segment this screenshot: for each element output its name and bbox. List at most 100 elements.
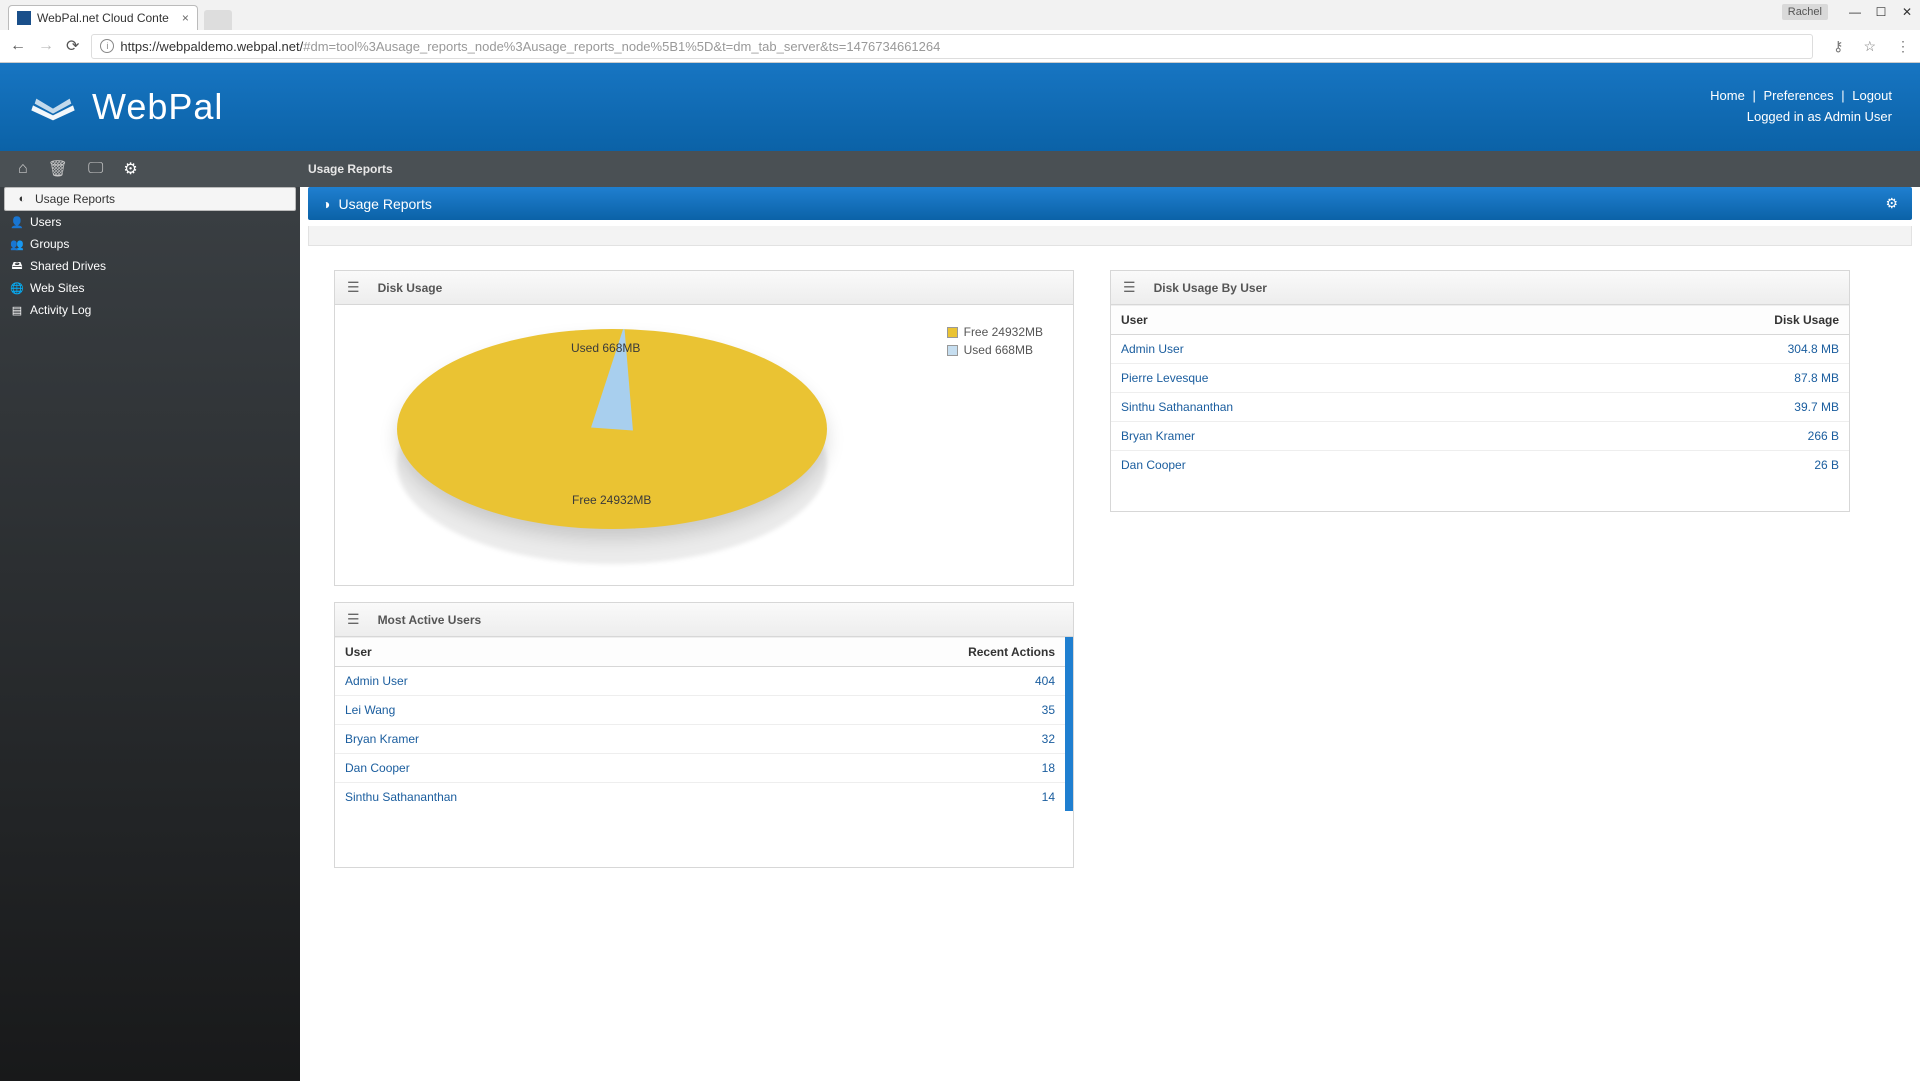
cell-usage: 39.7 MB [1561,393,1849,422]
url-rest: #dm=tool%3Ausage_reports_node%3Ausage_re… [303,39,940,54]
col-usage: Disk Usage [1561,306,1849,335]
sidebar-item-label: Usage Reports [35,192,115,206]
page-panel-header: ◑ Usage Reports ⚙ [308,187,1912,220]
star-icon[interactable]: ☆ [1863,38,1876,55]
sidebar-item-activity-log[interactable]: ▤ Activity Log [0,299,300,321]
sidebar-item-shared-drives[interactable]: 🖴 Shared Drives [0,255,300,277]
legend: Free 24932MB Used 668MB [947,325,1043,361]
table-row[interactable]: Admin User404 [335,667,1065,696]
reload-icon[interactable]: ⟳ [66,36,79,56]
cell-user: Sinthu Sathananthan [335,783,738,812]
maximize-icon[interactable]: ☐ [1874,5,1888,19]
url-input[interactable]: i https://webpaldemo.webpal.net/#dm=tool… [91,34,1813,59]
legend-free: Free 24932MB [964,325,1043,339]
sidebar-item-groups[interactable]: 👥 Groups [0,233,300,255]
cell-actions: 32 [738,725,1065,754]
cell-usage: 87.8 MB [1561,364,1849,393]
table-row[interactable]: Dan Cooper18 [335,754,1065,783]
cell-user: Dan Cooper [335,754,738,783]
scrollbar[interactable] [1065,637,1073,811]
col-user: User [1111,306,1561,335]
layout: ◐ Usage Reports 👤 Users 👥 Groups 🖴 Share… [0,187,1920,1081]
tab-bar: WebPal.net Cloud Conte × Rachel — ☐ ✕ [0,0,1920,30]
sidebar-item-label: Users [30,215,61,229]
sidebar-item-web-sites[interactable]: 🌐 Web Sites [0,277,300,299]
back-icon[interactable]: ← [10,37,26,55]
preferences-link[interactable]: Preferences [1764,88,1834,103]
table-row[interactable]: Admin User304.8 MB [1111,335,1849,364]
table-row[interactable]: Pierre Levesque87.8 MB [1111,364,1849,393]
favicon-icon [17,11,31,25]
table-row[interactable]: Bryan Kramer32 [335,725,1065,754]
pie-icon: ◑ [322,196,330,212]
browser-chrome: WebPal.net Cloud Conte × Rachel — ☐ ✕ ← … [0,0,1920,63]
list-icon[interactable]: ☰ [347,279,360,296]
close-tab-icon[interactable]: × [182,11,189,25]
table-row[interactable]: Bryan Kramer266 B [1111,422,1849,451]
table-disk-by-user: User Disk Usage Admin User304.8 MBPierre… [1111,305,1849,479]
logged-in-text: Logged in as Admin User [1710,107,1892,128]
cell-actions: 18 [738,754,1065,783]
cell-user: Bryan Kramer [335,725,738,754]
col-user: User [335,638,738,667]
panel-gear-icon[interactable]: ⚙ [1885,195,1898,212]
home-icon[interactable]: ⌂ [18,160,28,178]
legend-swatch-free [947,327,958,338]
cell-actions: 35 [738,696,1065,725]
main-content: ◑ Usage Reports ⚙ ☰ Disk Usage Free 2493… [300,187,1920,1081]
window-controls: Rachel — ☐ ✕ [1782,4,1914,20]
col-actions: Recent Actions [738,638,1065,667]
chart-icon: ◐ [15,192,29,206]
card-disk-usage-by-user: ☰ Disk Usage By User User Disk Usage Adm… [1110,270,1850,512]
new-tab-button[interactable] [204,10,232,30]
minimize-icon[interactable]: — [1848,5,1862,19]
brand-name: WebPal [92,86,223,128]
cell-user: Admin User [335,667,738,696]
monitor-icon[interactable]: 🖵 [88,160,103,178]
legend-swatch-used [947,345,958,356]
breadcrumb: Usage Reports [300,162,393,176]
home-link[interactable]: Home [1710,88,1745,103]
logout-link[interactable]: Logout [1852,88,1892,103]
list-icon[interactable]: ☰ [347,611,360,628]
sidebar-item-users[interactable]: 👤 Users [0,211,300,233]
card-header: ☰ Most Active Users [335,603,1073,637]
menu-icon[interactable]: ⋮ [1896,38,1910,55]
list-icon[interactable]: ☰ [1123,279,1136,296]
card-title: Disk Usage [378,281,443,295]
drive-icon: 🖴 [10,259,24,273]
table-row[interactable]: Dan Cooper26 B [1111,451,1849,480]
pie-chart: Free 24932MB Used 668MB Used 668MB Free … [335,305,1073,585]
table-row[interactable]: Sinthu Sathananthan14 [335,783,1065,812]
cell-user: Bryan Kramer [1111,422,1561,451]
table-row[interactable]: Lei Wang35 [335,696,1065,725]
globe-icon: 🌐 [10,281,24,295]
header-links: Home | Preferences | Logout Logged in as… [1710,86,1892,128]
gear-icon[interactable]: ⚙ [123,159,137,179]
log-icon: ▤ [10,303,24,317]
url-host: https://webpaldemo.webpal.net/ [120,39,303,54]
cell-actions: 14 [738,783,1065,812]
sidebar-item-label: Activity Log [30,303,91,317]
site-info-icon[interactable]: i [100,39,114,53]
cell-usage: 304.8 MB [1561,335,1849,364]
brand-logo[interactable]: WebPal [28,86,223,128]
browser-tab[interactable]: WebPal.net Cloud Conte × [8,5,198,30]
card-title: Most Active Users [378,613,482,627]
sidebar-item-label: Shared Drives [30,259,106,273]
card-most-active-users: ☰ Most Active Users User Recent Actions … [334,602,1074,868]
pie-label-used: Used 668MB [571,341,640,355]
trash-icon[interactable]: 🗑 [48,159,68,179]
sidebar-item-label: Web Sites [30,281,84,295]
close-window-icon[interactable]: ✕ [1900,5,1914,19]
sidebar-item-label: Groups [30,237,69,251]
table-row[interactable]: Sinthu Sathananthan39.7 MB [1111,393,1849,422]
separator: | [1841,88,1844,103]
cell-actions: 404 [738,667,1065,696]
sidebar-item-usage-reports[interactable]: ◐ Usage Reports [4,187,296,211]
profile-badge[interactable]: Rachel [1782,4,1828,20]
card-header: ☰ Disk Usage By User [1111,271,1849,305]
cell-user: Admin User [1111,335,1561,364]
forward-icon[interactable]: → [38,37,54,55]
key-icon[interactable]: ⚷ [1833,38,1843,55]
